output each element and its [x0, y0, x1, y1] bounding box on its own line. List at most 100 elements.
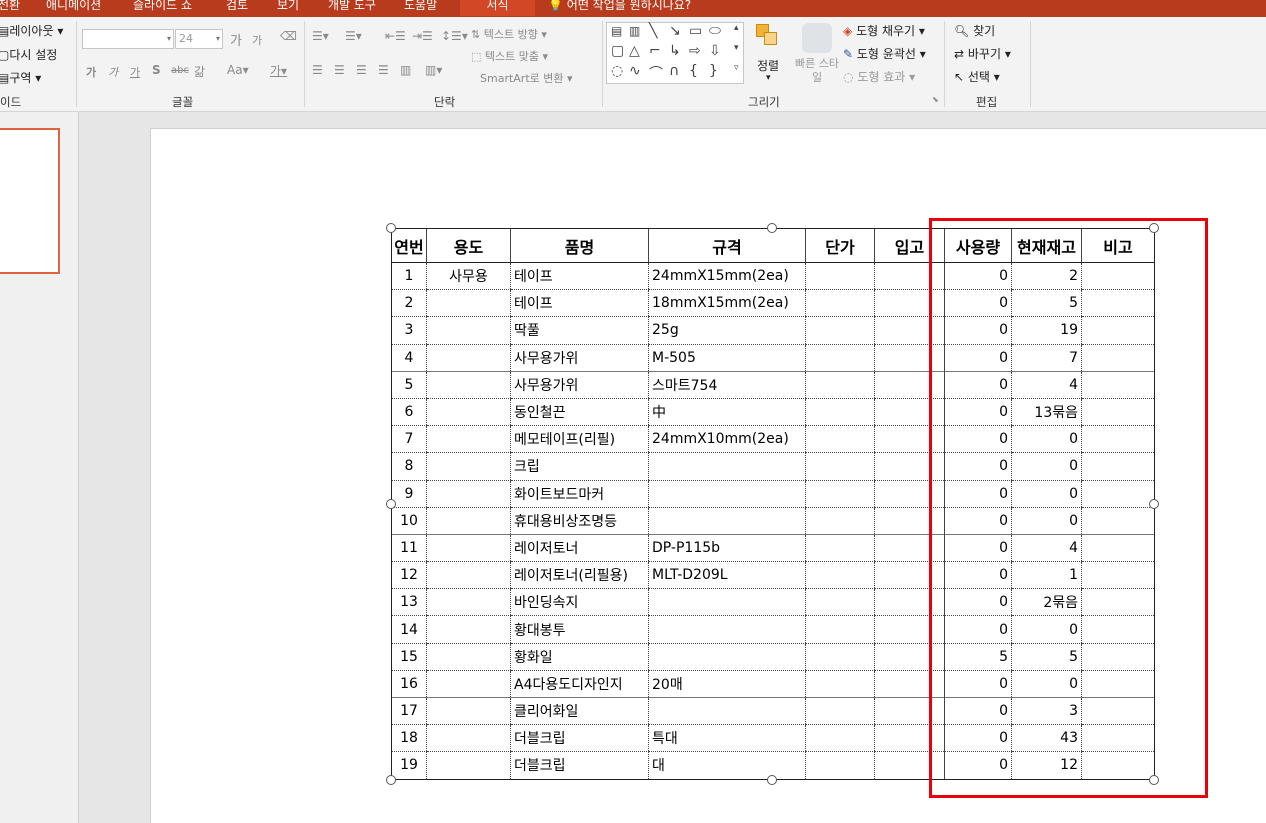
tab-developer[interactable]: 개발 도구: [328, 0, 376, 16]
cell-item-name[interactable]: 황대봉투: [510, 615, 649, 644]
cell-no[interactable]: 2: [391, 289, 427, 318]
cell-unit-price[interactable]: [805, 344, 875, 372]
text-direction-button[interactable]: ⇅ 텍스트 방향 ▾: [471, 26, 547, 42]
cell-no[interactable]: 1: [391, 262, 427, 291]
cell-unit-price[interactable]: [805, 289, 875, 318]
rounded-rect-shape-icon[interactable]: ▢: [611, 43, 624, 59]
cell-item-name[interactable]: 크립: [510, 452, 649, 481]
distributed-icon[interactable]: ▥: [400, 63, 411, 77]
header-item-name[interactable]: 품명: [510, 228, 649, 263]
slide-thumbnail-panel[interactable]: [0, 112, 79, 823]
cell-item-name[interactable]: 레이저토너(리필용): [510, 561, 649, 590]
shrink-font-button[interactable]: 가: [252, 32, 262, 48]
oval-shape-icon[interactable]: ⬭: [709, 23, 721, 39]
right-arrow-shape-icon[interactable]: ⇨: [689, 43, 701, 59]
cell-purpose[interactable]: [426, 289, 511, 318]
arrange-button[interactable]: 정렬: [757, 57, 779, 74]
cell-no[interactable]: 11: [391, 533, 427, 563]
cell-unit-price[interactable]: [805, 696, 875, 726]
replace-button[interactable]: ⇄ 바꾸기 ▾: [954, 45, 1011, 62]
cell-no[interactable]: 16: [391, 670, 427, 699]
elbow-arrow-shape-icon[interactable]: ↳: [669, 43, 681, 59]
cell-item-name[interactable]: 테이프: [510, 262, 649, 291]
cell-spec[interactable]: 25g: [648, 316, 806, 345]
resize-handle[interactable]: [386, 223, 396, 233]
callout-shape-icon[interactable]: ◌: [611, 63, 623, 79]
resize-handle[interactable]: [386, 775, 396, 785]
arc-shape-icon[interactable]: ⌒: [649, 63, 663, 83]
justify-icon[interactable]: ☰: [378, 63, 389, 77]
cell-no[interactable]: 13: [391, 588, 427, 617]
cell-unit-price[interactable]: [805, 452, 875, 481]
cell-purpose[interactable]: [426, 425, 511, 454]
cell-item-name[interactable]: 화이트보드마커: [510, 480, 649, 508]
resize-handle[interactable]: [767, 775, 777, 785]
italic-button[interactable]: 가: [108, 64, 118, 80]
cell-purpose[interactable]: [426, 533, 511, 563]
tell-me-box[interactable]: 💡 어떤 작업을 원하시나요?: [548, 0, 691, 16]
cell-unit-price[interactable]: [805, 398, 875, 427]
wave-shape-icon[interactable]: ∩: [669, 63, 679, 79]
quick-styles-icon[interactable]: [802, 23, 832, 53]
cell-purpose[interactable]: [426, 370, 511, 399]
resize-handle[interactable]: [767, 223, 777, 233]
gallery-down-icon[interactable]: ▾: [734, 43, 739, 53]
cell-item-name[interactable]: 메모테이프(리필): [510, 425, 649, 454]
gallery-more-icon[interactable]: ▿: [734, 63, 739, 73]
cell-unit-price[interactable]: [805, 561, 875, 590]
cell-item-name[interactable]: 더블크립: [510, 724, 649, 753]
cell-no[interactable]: 10: [391, 507, 427, 535]
cell-item-name[interactable]: 딱풀: [510, 316, 649, 345]
header-purpose[interactable]: 용도: [426, 228, 511, 263]
cell-purpose[interactable]: [426, 398, 511, 427]
tab-review[interactable]: 검토: [226, 0, 248, 16]
left-brace-shape-icon[interactable]: {: [689, 63, 698, 79]
cell-no[interactable]: 15: [391, 643, 427, 671]
cell-purpose[interactable]: [426, 696, 511, 726]
cell-unit-price[interactable]: [805, 751, 875, 780]
line-spacing-icon[interactable]: ↕☰▾: [441, 29, 468, 43]
cell-spec[interactable]: [648, 452, 806, 481]
cell-no[interactable]: 7: [391, 425, 427, 454]
strike-button[interactable]: abc: [171, 65, 189, 76]
cell-purpose[interactable]: [426, 670, 511, 699]
vertical-textbox-shape-icon[interactable]: ▥: [629, 24, 640, 38]
columns-icon[interactable]: ▥▾: [425, 63, 442, 77]
cell-purpose[interactable]: [426, 316, 511, 345]
cell-purpose[interactable]: [426, 588, 511, 617]
cell-unit-price[interactable]: [805, 533, 875, 563]
increase-indent-icon[interactable]: ⇥☰: [412, 29, 433, 43]
section-button[interactable]: ▤구역 ▾: [0, 69, 41, 86]
cell-purpose[interactable]: [426, 344, 511, 372]
cell-item-name[interactable]: 황화일: [510, 643, 649, 671]
smartart-button[interactable]: SmartArt로 변환 ▾: [480, 70, 573, 86]
cell-unit-price[interactable]: [805, 724, 875, 753]
bold-button[interactable]: 가: [86, 64, 96, 80]
cell-spec[interactable]: 특대: [648, 724, 806, 753]
cell-item-name[interactable]: 클리어화일: [510, 696, 649, 726]
cell-no[interactable]: 3: [391, 316, 427, 345]
cell-no[interactable]: 18: [391, 724, 427, 753]
arrange-icon[interactable]: [754, 21, 784, 49]
down-arrow-shape-icon[interactable]: ⇩: [709, 43, 721, 59]
align-text-button[interactable]: ⬚ 텍스트 맞춤 ▾: [471, 48, 548, 64]
numbering-icon[interactable]: ☰▾: [345, 29, 362, 43]
char-spacing-button[interactable]: 갊: [194, 63, 205, 80]
cell-item-name[interactable]: 사무용가위: [510, 344, 649, 372]
cell-no[interactable]: 12: [391, 561, 427, 590]
arrow-line-shape-icon[interactable]: ↘: [669, 23, 681, 39]
cell-no[interactable]: 17: [391, 696, 427, 726]
cell-purpose[interactable]: [426, 751, 511, 780]
cell-item-name[interactable]: 동인철끈: [510, 398, 649, 427]
cell-spec[interactable]: M-505: [648, 344, 806, 372]
cell-purpose[interactable]: [426, 452, 511, 481]
cell-no[interactable]: 6: [391, 398, 427, 427]
cell-spec[interactable]: [648, 615, 806, 644]
right-brace-shape-icon[interactable]: }: [709, 63, 718, 79]
cell-unit-price[interactable]: [805, 316, 875, 345]
cell-no[interactable]: 19: [391, 751, 427, 780]
layout-button[interactable]: ▤레이아웃 ▾: [0, 22, 63, 39]
cell-unit-price[interactable]: [805, 262, 875, 291]
cell-spec[interactable]: [648, 696, 806, 726]
find-button[interactable]: 🔍︎ 찾기: [954, 22, 995, 39]
